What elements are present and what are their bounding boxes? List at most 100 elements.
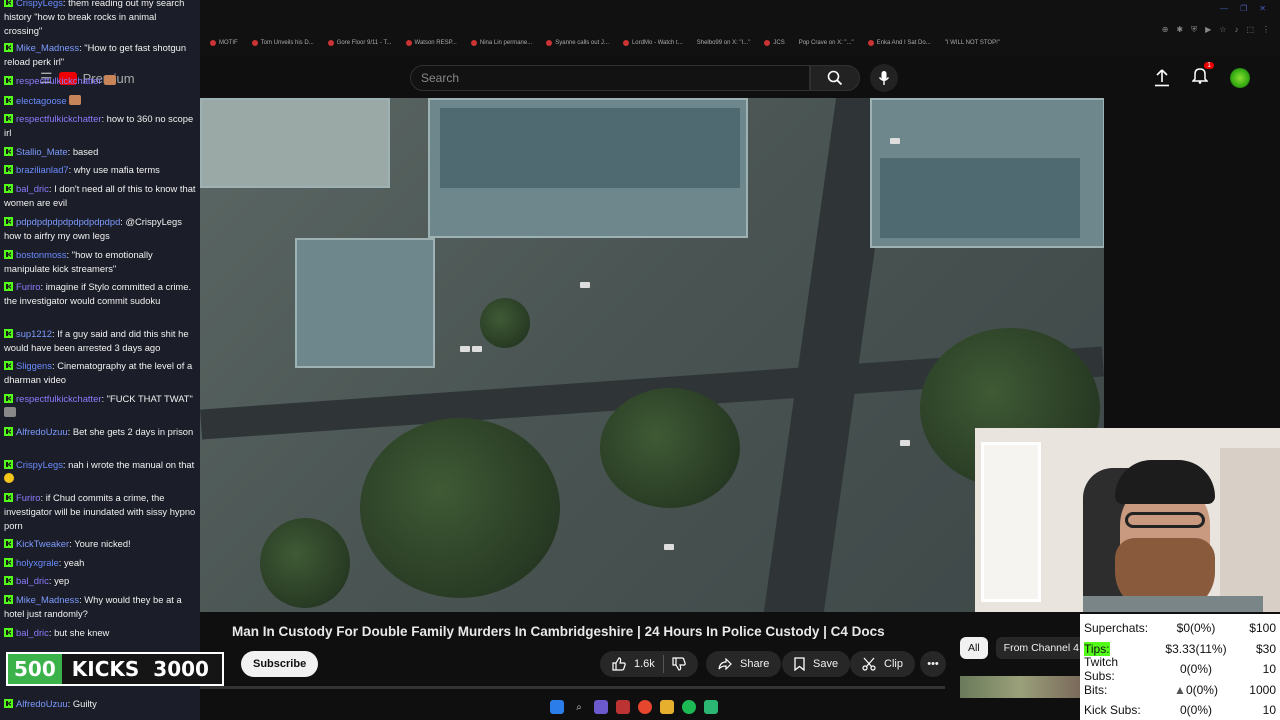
clip-label: Clip bbox=[884, 658, 903, 670]
chrome-icon[interactable] bbox=[638, 700, 652, 714]
like-count[interactable]: 1.6k bbox=[634, 658, 655, 670]
chat-message: CrispyLegs: them reading out my search h… bbox=[4, 0, 185, 36]
bookmark-item[interactable]: Syanne calls out J... bbox=[546, 40, 609, 46]
chat-message: KickTweaker: Youre nicked! bbox=[4, 537, 196, 551]
save-label: Save bbox=[813, 658, 839, 670]
app-icon[interactable] bbox=[616, 700, 630, 714]
bookmark-item[interactable]: Enka And I Sat Do... bbox=[867, 40, 931, 46]
bookmark-item[interactable]: JCS bbox=[764, 40, 785, 46]
microphone-icon bbox=[878, 71, 890, 85]
bookmark-item[interactable]: Watson RESP... bbox=[405, 40, 457, 46]
chat-message: bostonmoss: "how to emotionally manipula… bbox=[4, 249, 153, 274]
extension-icon[interactable]: ✱ bbox=[1176, 25, 1183, 35]
avatar[interactable] bbox=[1230, 67, 1250, 88]
bookmark-item[interactable]: Pop Crave on X: "..." bbox=[799, 40, 854, 46]
stats-row-superchats: Superchats: $0(0%) $100 bbox=[1084, 621, 1276, 636]
window-controls: — ❐ ✕ bbox=[1220, 4, 1266, 13]
youtube-header: Search 1 bbox=[200, 56, 1280, 98]
donation-stats-overlay: Superchats: $0(0%) $100 Tips: $3.33(11%) $30… bbox=[1080, 614, 1280, 720]
scissors-icon bbox=[862, 657, 876, 671]
stats-row-kick-subs: Kick Subs: 0(0%) 10 bbox=[1084, 703, 1276, 718]
star-icon[interactable]: ☆ bbox=[1219, 25, 1226, 35]
screen-root: — ❐ ✕ ⊕ ✱ ⛨ ▶ ☆ ♪ ⬚ ⋮ MOTIF Tom Unveils … bbox=[0, 0, 1280, 720]
like-icon[interactable] bbox=[612, 657, 626, 671]
play-icon[interactable]: ▶ bbox=[1205, 25, 1211, 35]
bookmarks-bar: MOTIF Tom Unveils his D... Gore Floor 9/… bbox=[210, 40, 1000, 46]
video-title: Man In Custody For Double Family Murders… bbox=[232, 624, 885, 639]
divider bbox=[662, 655, 664, 673]
share-button[interactable]: Share bbox=[706, 651, 782, 677]
chat-message: CrispyLegs: nah i wrote the manual on th… bbox=[4, 458, 196, 486]
more-actions-button[interactable]: ••• bbox=[920, 651, 946, 677]
related-video-thumbnail[interactable] bbox=[960, 676, 1080, 698]
search-icon[interactable]: ⌕ bbox=[572, 700, 586, 714]
chat-message: pdpdpdpdpdpdpdpdpdpd: @CrispyLegs how to… bbox=[4, 216, 182, 241]
minimize-icon[interactable]: — bbox=[1220, 4, 1228, 13]
video-frame-aerial bbox=[200, 98, 1104, 612]
close-icon[interactable]: ✕ bbox=[1259, 4, 1266, 13]
like-dislike-group: 1.6k bbox=[600, 651, 698, 677]
video-player[interactable] bbox=[200, 98, 1104, 612]
taskbar: ⌕ bbox=[550, 700, 718, 714]
chat-message: brazilianlad7: why use mafia terms bbox=[4, 163, 196, 177]
more-dots-icon: ••• bbox=[927, 658, 939, 670]
bits-triangle-icon: ▲ bbox=[1174, 682, 1186, 697]
discord-icon[interactable] bbox=[594, 700, 608, 714]
shield-icon[interactable]: ⛨ bbox=[1191, 25, 1197, 35]
restore-icon[interactable]: ❐ bbox=[1240, 4, 1247, 13]
subscribe-button[interactable]: Subscribe bbox=[241, 651, 319, 677]
kicks-current: 500 bbox=[8, 654, 62, 684]
sound-icon[interactable]: ♪ bbox=[1234, 25, 1238, 35]
bookmark-item[interactable]: LordMo - Watch t... bbox=[622, 40, 683, 46]
dislike-icon[interactable] bbox=[672, 657, 686, 671]
chat-message: bal_dric: yep bbox=[4, 574, 196, 588]
puzzle-icon[interactable]: ⬚ bbox=[1246, 25, 1254, 35]
browser-toolbar: — ❐ ✕ ⊕ ✱ ⛨ ▶ ☆ ♪ ⬚ ⋮ MOTIF Tom Unveils … bbox=[200, 0, 1280, 56]
chip-all[interactable]: All bbox=[960, 637, 988, 659]
chat-message: electagoose bbox=[4, 94, 196, 108]
chat-message: Sliggens: Cinematography at the level of… bbox=[4, 360, 193, 385]
menu-dots-icon[interactable]: ⋮ bbox=[1262, 25, 1270, 35]
upload-icon[interactable] bbox=[1154, 68, 1170, 87]
bookmark-item[interactable]: Gore Floor 9/11 - T... bbox=[327, 40, 392, 46]
chat-message: Furiro: imagine if Stylo committed a cri… bbox=[4, 281, 192, 306]
chat-message: Mike_Madness: Why would they be at a hot… bbox=[4, 594, 182, 619]
bookmark-item[interactable]: "I WILL NOT STOP!" bbox=[945, 40, 1000, 46]
chat-message: holyxgrale: yeah bbox=[4, 556, 196, 570]
search-input[interactable]: Search bbox=[410, 65, 810, 91]
kicks-label: KICKS bbox=[71, 657, 140, 681]
bookmark-item[interactable]: Shelbo99 on X: "I..." bbox=[697, 40, 751, 46]
folder-icon[interactable] bbox=[660, 700, 674, 714]
chat-message: respectfulkickchatter bbox=[4, 74, 196, 88]
clip-button[interactable]: Clip bbox=[850, 651, 915, 677]
chat-message: sup1212: If a guy said and did this shit… bbox=[4, 328, 189, 353]
chat-message: Stallio_Mate: based bbox=[4, 145, 196, 159]
emote-icon bbox=[4, 407, 16, 417]
chip-from-channel[interactable]: From Channel 4 bbox=[995, 637, 1087, 659]
bookmark-item[interactable]: Tom Unveils his D... bbox=[251, 40, 314, 46]
app-icon[interactable] bbox=[704, 700, 718, 714]
emote-icon bbox=[104, 75, 117, 85]
windows-start-icon[interactable] bbox=[550, 700, 564, 714]
search-icon bbox=[827, 70, 843, 86]
zoom-icon[interactable]: ⊕ bbox=[1162, 25, 1169, 35]
chat-message: Furiro: if Chud commits a crime, the inv… bbox=[4, 492, 196, 531]
right-panel-background bbox=[1104, 98, 1280, 428]
voice-search-button[interactable] bbox=[870, 64, 898, 92]
search-button[interactable] bbox=[810, 65, 860, 91]
sunglasses-emoji-icon bbox=[4, 473, 14, 483]
header-actions: 1 bbox=[1154, 62, 1250, 89]
chat-message: bal_dric: I don't need all of this to kn… bbox=[4, 183, 196, 208]
video-progress-track[interactable] bbox=[200, 686, 945, 689]
save-button[interactable]: Save bbox=[782, 651, 851, 677]
emote-icon bbox=[69, 95, 82, 105]
video-title-row: Man In Custody For Double Family Murders… bbox=[200, 612, 1080, 652]
bookmark-item[interactable]: Nina Lin permane... bbox=[470, 40, 532, 46]
notifications-button[interactable]: 1 bbox=[1191, 62, 1214, 89]
chat-message: respectfulkickchatter: how to 360 no sco… bbox=[4, 113, 194, 138]
bookmark-item[interactable]: MOTIF bbox=[210, 40, 238, 46]
spotify-icon[interactable] bbox=[682, 700, 696, 714]
chat-message: AlfredoUzuu: Bet she gets 2 days in pris… bbox=[4, 425, 196, 439]
notification-badge: 1 bbox=[1204, 62, 1214, 69]
webcam-overlay bbox=[975, 428, 1280, 612]
